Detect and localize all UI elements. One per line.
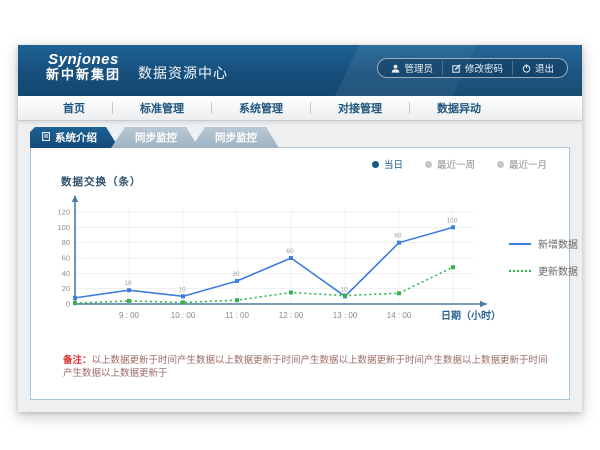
- svg-text:0: 0: [66, 300, 70, 309]
- page-title: 数据资源中心: [138, 63, 228, 83]
- period-filter-3[interactable]: 最近一月: [497, 157, 547, 171]
- nav-item-1[interactable]: 首页: [36, 100, 112, 116]
- svg-text:80: 80: [394, 233, 402, 240]
- user-icon: [391, 64, 400, 73]
- svg-text:9 : 00: 9 : 00: [119, 311, 140, 320]
- legend-entry-1[interactable]: 新增数据: [509, 236, 578, 251]
- svg-text:18: 18: [124, 280, 132, 287]
- main-nav: 首页标准管理系统管理对接管理数据异动: [18, 96, 582, 121]
- svg-text:80: 80: [62, 238, 70, 247]
- svg-text:120: 120: [57, 208, 70, 217]
- series-legend: 新增数据更新数据: [509, 236, 578, 278]
- nav-item-3[interactable]: 系统管理: [212, 100, 310, 116]
- company-logo: Synjones 新中新集团: [46, 51, 121, 83]
- user-menu: 管理员修改密码退出: [377, 58, 568, 78]
- footnote-text: 以上数据更新于时间产生数据以上数据更新于时间产生数据以上数据更新于时间产生数据以…: [63, 355, 548, 379]
- tab-2[interactable]: 同步监控: [111, 127, 199, 148]
- content-area: 系统介绍同步监控同步监控 当日最近一周最近一月 数据交换（条） 02040608…: [18, 121, 582, 412]
- svg-text:100: 100: [57, 223, 70, 232]
- logo-text-cn: 新中新集团: [46, 68, 121, 83]
- footnote-label: 备注: [63, 355, 82, 366]
- svg-text:11 : 00: 11 : 00: [225, 311, 249, 320]
- legend-entry-2[interactable]: 更新数据: [509, 263, 578, 278]
- svg-text:100: 100: [447, 217, 458, 224]
- power-icon: [522, 64, 531, 73]
- current-user-button[interactable]: 管理员: [382, 61, 442, 75]
- svg-text:40: 40: [62, 269, 70, 278]
- nav-item-2[interactable]: 标准管理: [113, 100, 211, 116]
- svg-text:13 : 00: 13 : 00: [333, 311, 358, 320]
- svg-text:10: 10: [178, 286, 186, 293]
- svg-text:10 : 00: 10 : 00: [171, 311, 196, 320]
- exchange-line-chart: 0 20 40 60 80 100 120 9 : 00 10 : 00 11 : 00 12 : …: [43, 188, 509, 340]
- tab-3[interactable]: 同步监控: [191, 127, 279, 148]
- period-filter-group: 当日 最近一周 最近一月: [372, 157, 547, 171]
- footnote: 备注：以上数据更新于时间产生数据以上数据更新于时间产生数据以上数据更新于时间产生…: [63, 354, 553, 381]
- svg-text:20: 20: [62, 284, 70, 293]
- svg-text:60: 60: [62, 254, 70, 263]
- svg-text:60: 60: [286, 248, 294, 255]
- document-icon: [42, 132, 50, 144]
- edit-icon: [452, 64, 461, 73]
- svg-text:10: 10: [340, 286, 348, 293]
- app-window: Synjones 新中新集团 数据资源中心 管理员修改密码退出 首页标准管理系统…: [18, 45, 582, 412]
- radio-icon: [372, 161, 379, 168]
- svg-text:12 : 00: 12 : 00: [279, 311, 304, 320]
- svg-text:30: 30: [232, 271, 240, 278]
- logout-button[interactable]: 退出: [512, 61, 563, 75]
- dotted-line-swatch: [509, 270, 531, 272]
- radio-icon: [425, 161, 432, 168]
- logo-text-en: Synjones: [46, 51, 121, 68]
- tab-bar: 系统介绍同步监控同步监控: [30, 127, 279, 148]
- chart-y-axis-title: 数据交换（条）: [61, 174, 142, 189]
- period-filter-2[interactable]: 最近一周: [425, 157, 475, 171]
- solid-line-swatch: [509, 243, 531, 245]
- period-filter-1[interactable]: 当日: [372, 157, 403, 171]
- nav-item-4[interactable]: 对接管理: [311, 100, 409, 116]
- radio-icon: [497, 161, 504, 168]
- top-header-bar: Synjones 新中新集团 数据资源中心 管理员修改密码退出: [18, 45, 582, 96]
- footnote-separator: ：: [82, 355, 92, 366]
- svg-text:14 : 00: 14 : 00: [387, 311, 412, 320]
- chart-card: 当日 最近一周 最近一月 数据交换（条） 0 20 40 60 80 100 120 9 : 00…: [30, 147, 570, 400]
- tab-1[interactable]: 系统介绍: [30, 127, 119, 148]
- nav-item-5[interactable]: 数据异动: [410, 100, 508, 116]
- svg-text:日期（小时）: 日期（小时）: [441, 309, 501, 322]
- change-password-button[interactable]: 修改密码: [442, 61, 512, 75]
